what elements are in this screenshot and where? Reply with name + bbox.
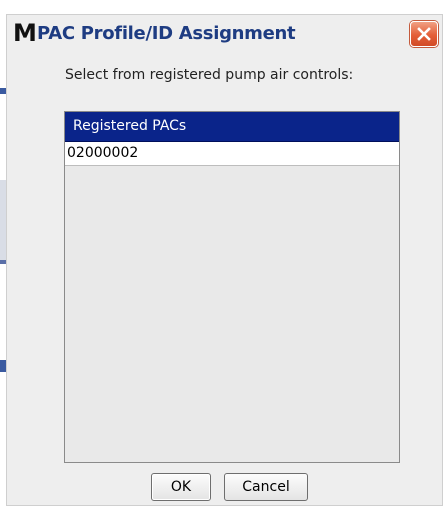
window-title: PAC Profile/ID Assignment — [37, 23, 296, 44]
list-item[interactable]: 02000002 — [65, 142, 399, 166]
close-button[interactable] — [410, 21, 438, 47]
list-item-label: 02000002 — [67, 145, 139, 161]
screen: M PAC Profile/ID Assignment Select from … — [0, 0, 445, 506]
close-x-icon — [417, 27, 431, 41]
registered-pacs-list[interactable]: Registered PACs 02000002 — [64, 111, 400, 463]
ok-button[interactable]: OK — [151, 473, 211, 501]
instruction-label: Select from registered pump air controls… — [65, 67, 354, 83]
pac-assignment-dialog: M PAC Profile/ID Assignment Select from … — [6, 14, 443, 506]
cancel-button[interactable]: Cancel — [224, 473, 308, 501]
app-logo-icon: M — [13, 19, 37, 47]
list-header-label: Registered PACs — [73, 118, 187, 134]
title-bar[interactable]: M PAC Profile/ID Assignment — [7, 15, 442, 53]
list-column-header[interactable]: Registered PACs — [65, 112, 399, 142]
